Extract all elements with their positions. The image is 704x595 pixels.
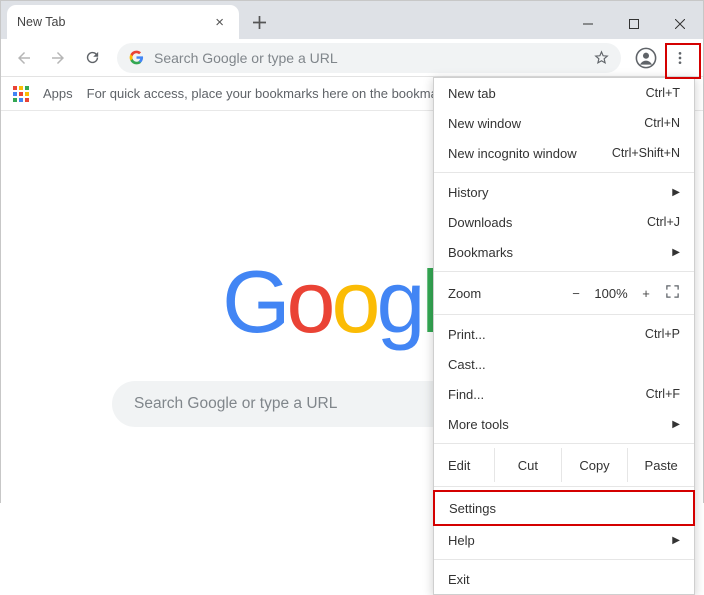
window-controls — [565, 9, 703, 39]
kebab-menu-icon[interactable] — [665, 43, 695, 73]
profile-icon[interactable] — [631, 43, 661, 73]
menu-copy[interactable]: Copy — [561, 448, 628, 482]
menu-bookmarks[interactable]: Bookmarks▶ — [434, 237, 694, 267]
browser-tab[interactable]: New Tab × — [7, 5, 239, 39]
google-g-icon — [129, 50, 144, 65]
minimize-button[interactable] — [565, 9, 611, 39]
menu-zoom: Zoom − 100% + — [434, 276, 694, 310]
menu-edit-row: Edit Cut Copy Paste — [434, 448, 694, 482]
apps-label[interactable]: Apps — [43, 86, 73, 101]
star-icon[interactable] — [594, 50, 609, 65]
zoom-value: 100% — [589, 286, 633, 301]
close-window-button[interactable] — [657, 9, 703, 39]
forward-button[interactable] — [43, 43, 73, 73]
menu-paste[interactable]: Paste — [627, 448, 694, 482]
reload-button[interactable] — [77, 43, 107, 73]
titlebar: New Tab × — [1, 1, 703, 39]
back-button[interactable] — [9, 43, 39, 73]
menu-separator — [434, 271, 694, 272]
menu-find[interactable]: Find...Ctrl+F — [434, 379, 694, 409]
chevron-right-icon: ▶ — [672, 187, 680, 198]
menu-new-incognito[interactable]: New incognito windowCtrl+Shift+N — [434, 138, 694, 168]
tab-title: New Tab — [17, 15, 65, 29]
zoom-in-button[interactable]: + — [633, 286, 659, 301]
menu-settings[interactable]: Settings — [435, 492, 693, 524]
menu-separator — [434, 443, 694, 444]
new-tab-button[interactable] — [245, 8, 273, 36]
zoom-out-button[interactable]: − — [563, 286, 589, 301]
menu-cut[interactable]: Cut — [494, 448, 561, 482]
menu-separator — [434, 559, 694, 560]
toolbar: Search Google or type a URL — [1, 39, 703, 77]
search-placeholder: Search Google or type a URL — [134, 395, 337, 413]
menu-more-tools[interactable]: More tools▶ — [434, 409, 694, 439]
maximize-button[interactable] — [611, 9, 657, 39]
fullscreen-icon[interactable] — [665, 284, 680, 302]
menu-cast[interactable]: Cast... — [434, 349, 694, 379]
omnibox-placeholder: Search Google or type a URL — [154, 50, 584, 66]
address-bar[interactable]: Search Google or type a URL — [117, 43, 621, 73]
annotation-highlight-settings: Settings — [433, 490, 695, 526]
menu-exit[interactable]: Exit — [434, 564, 694, 594]
menu-separator — [434, 314, 694, 315]
bookmarks-hint: For quick access, place your bookmarks h… — [87, 86, 474, 101]
menu-help[interactable]: Help▶ — [434, 525, 694, 555]
menu-separator — [434, 486, 694, 487]
chevron-right-icon: ▶ — [672, 247, 680, 258]
menu-separator — [434, 172, 694, 173]
menu-history[interactable]: History▶ — [434, 177, 694, 207]
menu-new-tab[interactable]: New tabCtrl+T — [434, 78, 694, 108]
menu-print[interactable]: Print...Ctrl+P — [434, 319, 694, 349]
chevron-right-icon: ▶ — [672, 419, 680, 430]
chevron-right-icon: ▶ — [672, 535, 680, 546]
tab-close-icon[interactable]: × — [210, 12, 229, 33]
menu-downloads[interactable]: DownloadsCtrl+J — [434, 207, 694, 237]
chrome-menu: New tabCtrl+T New windowCtrl+N New incog… — [433, 77, 695, 595]
menu-new-window[interactable]: New windowCtrl+N — [434, 108, 694, 138]
apps-icon[interactable] — [13, 86, 29, 102]
